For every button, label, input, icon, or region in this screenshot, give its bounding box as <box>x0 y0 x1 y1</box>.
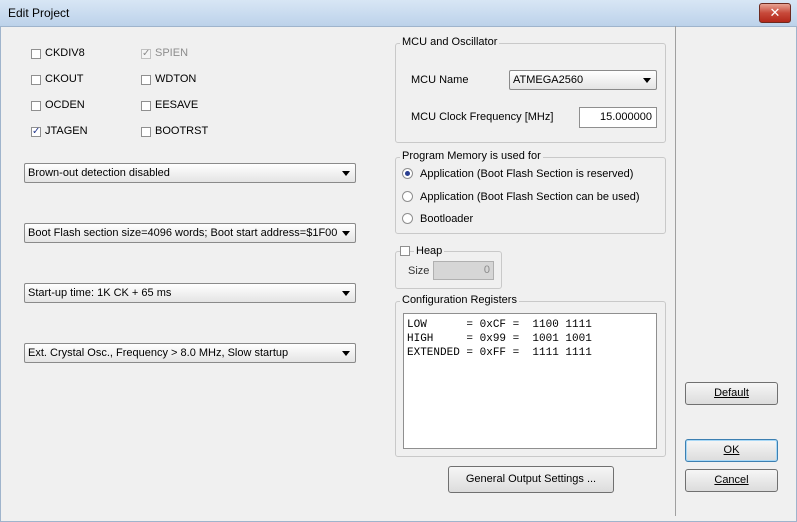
radio-application-reserved[interactable] <box>402 168 413 179</box>
mcu-frequency-value: 15.000000 <box>600 111 652 123</box>
fuse-checkbox-ckdiv8[interactable] <box>31 49 41 59</box>
chevron-down-icon <box>342 351 350 356</box>
brownout-value: Brown-out detection disabled <box>28 167 170 179</box>
chevron-down-icon <box>342 291 350 296</box>
radio-application-used[interactable] <box>402 191 413 202</box>
program-memory-title: Program Memory is used for <box>400 150 543 162</box>
fuse-checkbox-bootrst[interactable] <box>141 127 151 137</box>
brownout-dropdown[interactable]: Brown-out detection disabled <box>24 163 356 183</box>
fuse-checkbox-ckout[interactable] <box>31 75 41 85</box>
fuse-label-ckdiv8: CKDIV8 <box>45 47 85 59</box>
default-button-label: Default <box>714 387 749 399</box>
heap-size-input: 0 <box>433 261 494 280</box>
config-register-extended: EXTENDED = 0xFF = 1111 1111 <box>407 347 592 359</box>
window-title: Edit Project <box>8 6 70 20</box>
mcu-frequency-label: MCU Clock Frequency [MHz] <box>411 111 554 123</box>
oscillator-dropdown[interactable]: Ext. Crystal Osc., Frequency > 8.0 MHz, … <box>24 343 356 363</box>
config-register-high: HIGH = 0x99 = 1001 1001 <box>407 333 592 345</box>
ok-button[interactable]: OK <box>685 439 778 462</box>
startup-time-value: Start-up time: 1K CK + 65 ms <box>28 287 172 299</box>
mcu-name-dropdown[interactable]: ATMEGA2560 <box>509 70 657 90</box>
mcu-name-label: MCU Name <box>411 74 469 86</box>
fuse-label-ocden: OCDEN <box>45 99 85 111</box>
fuse-label-spien: SPIEN <box>155 47 189 59</box>
fuse-checkbox-jtagen[interactable]: ✓ <box>31 127 41 137</box>
startup-time-dropdown[interactable]: Start-up time: 1K CK + 65 ms <box>24 283 356 303</box>
fuse-checkbox-spien: ✓ <box>141 48 151 59</box>
boot-flash-dropdown[interactable]: Boot Flash section size=4096 words; Boot… <box>24 223 356 243</box>
mcu-oscillator-title: MCU and Oscillator <box>400 36 500 48</box>
fuse-label-jtagen: JTAGEN <box>45 125 88 137</box>
close-icon: ✕ <box>769 5 781 20</box>
heap-label: Heap <box>414 245 445 257</box>
mcu-oscillator-group: MCU and Oscillator <box>395 36 666 143</box>
fuse-label-wdton: WDTON <box>155 73 197 85</box>
oscillator-value: Ext. Crystal Osc., Frequency > 8.0 MHz, … <box>28 347 289 359</box>
cancel-button-label: Cancel <box>714 474 749 486</box>
mcu-frequency-input[interactable]: 15.000000 <box>579 107 657 128</box>
radio-label-bootloader: Bootloader <box>420 213 474 225</box>
fuse-checkbox-eesave[interactable] <box>141 101 151 111</box>
radio-bootloader[interactable] <box>402 213 413 224</box>
default-button[interactable]: Default <box>685 382 778 405</box>
close-button[interactable]: ✕ <box>759 3 791 23</box>
chevron-down-icon <box>643 78 651 83</box>
fuse-label-bootrst: BOOTRST <box>155 125 209 137</box>
chevron-down-icon <box>342 171 350 176</box>
general-output-settings-button[interactable]: General Output Settings ... <box>448 466 614 493</box>
radio-label-application-reserved: Application (Boot Flash Section is reser… <box>420 168 634 180</box>
general-output-settings-label: General Output Settings ... <box>465 473 597 485</box>
radio-label-application-used: Application (Boot Flash Section can be u… <box>420 191 640 203</box>
ok-button-label: OK <box>723 444 740 456</box>
chevron-down-icon <box>342 231 350 236</box>
heap-size-value: 0 <box>483 264 490 276</box>
mcu-name-value: ATMEGA2560 <box>513 74 584 86</box>
fuse-checkbox-ocden[interactable] <box>31 101 41 111</box>
heap-checkbox[interactable] <box>400 246 410 256</box>
config-register-low: LOW = 0xCF = 1100 1111 <box>407 319 592 331</box>
fuse-label-ckout: CKOUT <box>45 73 84 85</box>
fuse-checkbox-wdton[interactable] <box>141 75 151 85</box>
boot-flash-value: Boot Flash section size=4096 words; Boot… <box>28 227 337 239</box>
cancel-button[interactable]: Cancel <box>685 469 778 492</box>
config-registers-textbox[interactable]: LOW = 0xCF = 1100 1111 HIGH = 0x99 = 100… <box>403 313 657 449</box>
title-bar: Edit Project ✕ <box>0 0 797 27</box>
button-panel-separator <box>675 26 676 516</box>
fuse-label-eesave: EESAVE <box>155 99 199 111</box>
heap-size-label: Size <box>408 265 430 277</box>
config-registers-title: Configuration Registers <box>400 294 519 306</box>
